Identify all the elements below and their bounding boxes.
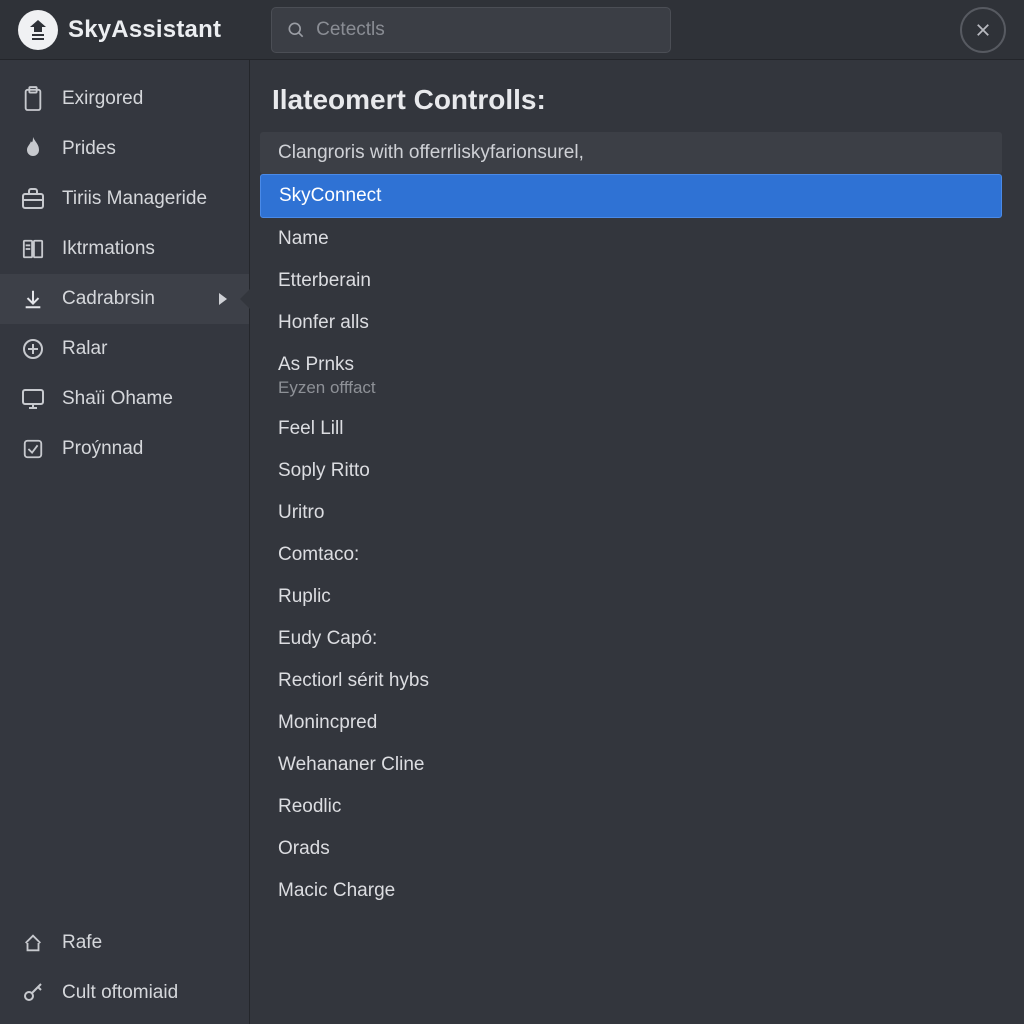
flame-icon bbox=[20, 136, 46, 162]
list-group-header[interactable]: Clangroris with offerrliskyfarionsurel, bbox=[260, 132, 1002, 174]
list-item[interactable]: Rectiorl sérit hybs bbox=[260, 660, 1002, 702]
download-icon bbox=[20, 286, 46, 312]
sidebar-item-label: Prides bbox=[62, 138, 116, 160]
list-item[interactable]: Monincpred bbox=[260, 702, 1002, 744]
list-item-label: Uritro bbox=[278, 502, 324, 523]
search-box[interactable] bbox=[271, 7, 671, 53]
sidebar-item-iktrmations[interactable]: Iktrmations bbox=[0, 224, 249, 274]
app-header: SkyAssistant bbox=[0, 0, 1024, 60]
list-item-label: Etterberain bbox=[278, 270, 371, 291]
sidebar-item-label: Exirgored bbox=[62, 88, 143, 110]
list-item[interactable]: Ruplic bbox=[260, 576, 1002, 618]
monitor-icon bbox=[20, 386, 46, 412]
list-item[interactable]: Honfer alls bbox=[260, 302, 1002, 344]
list-item[interactable]: Soply Ritto bbox=[260, 450, 1002, 492]
list-item[interactable]: Eudy Capó: bbox=[260, 618, 1002, 660]
list-item[interactable]: Macic Charge bbox=[260, 870, 1002, 912]
list-item[interactable]: Feel Lill bbox=[260, 408, 1002, 450]
sidebar-item-proynnad[interactable]: Proýnnad bbox=[0, 424, 249, 474]
list-item-label: Monincpred bbox=[278, 712, 377, 733]
list-item-label: Rectiorl sérit hybs bbox=[278, 670, 429, 691]
list-item-label: Reodlic bbox=[278, 796, 341, 817]
list-item[interactable]: Comtaco: bbox=[260, 534, 1002, 576]
plus-circle-icon bbox=[20, 336, 46, 362]
controls-list: Clangroris with offerrliskyfarionsurel, … bbox=[260, 132, 1002, 912]
list-item-label: Eudy Capó: bbox=[278, 628, 377, 649]
app-logo-icon bbox=[18, 10, 58, 50]
main-panel: Ilateomert Controlls: Clangroris with of… bbox=[250, 60, 1024, 1024]
list-item-label: SkyConnect bbox=[279, 185, 381, 206]
list-item-label: Ruplic bbox=[278, 586, 331, 607]
briefcase-icon bbox=[20, 186, 46, 212]
list-item[interactable]: Orads bbox=[260, 828, 1002, 870]
search-icon bbox=[286, 20, 306, 40]
search-input[interactable] bbox=[316, 19, 656, 41]
list-item-label: As Prnks bbox=[278, 354, 354, 375]
sidebar-item-label: Cult oftomiaid bbox=[62, 982, 178, 1004]
sidebar-item-shaii-ohame[interactable]: Shaïi Ohame bbox=[0, 374, 249, 424]
list-item-label: Honfer alls bbox=[278, 312, 369, 333]
logo-group: SkyAssistant bbox=[18, 10, 221, 50]
sidebar-item-label: Rafe bbox=[62, 932, 102, 954]
list-item[interactable]: Wehananer Cline bbox=[260, 744, 1002, 786]
list-item-label: Wehananer Cline bbox=[278, 754, 424, 775]
chevron-right-icon bbox=[217, 292, 229, 306]
sidebar-item-tiriis-manageride[interactable]: Tiriis Manageride bbox=[0, 174, 249, 224]
sidebar-item-label: Tiriis Manageride bbox=[62, 188, 207, 210]
list-item[interactable]: Uritro bbox=[260, 492, 1002, 534]
list-item[interactable]: As Prnks Eyzen offfact bbox=[260, 344, 1002, 408]
sidebar-item-label: Shaïi Ohame bbox=[62, 388, 173, 410]
sidebar-item-label: Ralar bbox=[62, 338, 107, 360]
list-item[interactable]: Name bbox=[260, 218, 1002, 260]
sidebar-item-ralar[interactable]: Ralar bbox=[0, 324, 249, 374]
sidebar-item-label: Proýnnad bbox=[62, 438, 143, 460]
key-icon bbox=[20, 980, 46, 1006]
list-item-sublabel: Eyzen offfact bbox=[278, 378, 984, 398]
sidebar-bottom-rafe[interactable]: Rafe bbox=[0, 918, 249, 968]
close-icon bbox=[974, 21, 992, 39]
sidebar-item-label: Iktrmations bbox=[62, 238, 155, 260]
list-item[interactable]: Etterberain bbox=[260, 260, 1002, 302]
list-item-label: Soply Ritto bbox=[278, 460, 370, 481]
panels-icon bbox=[20, 236, 46, 262]
list-item-label: Name bbox=[278, 228, 329, 249]
sidebar-item-prides[interactable]: Prides bbox=[0, 124, 249, 174]
close-button[interactable] bbox=[960, 7, 1006, 53]
clipboard-icon bbox=[20, 86, 46, 112]
list-item[interactable]: SkyConnect bbox=[260, 174, 1002, 218]
list-item-label: Orads bbox=[278, 838, 330, 859]
sidebar-item-exirgored[interactable]: Exirgored bbox=[0, 74, 249, 124]
sidebar-bottom-cult-oftomiaid[interactable]: Cult oftomiaid bbox=[0, 968, 249, 1018]
checkbox-icon bbox=[20, 436, 46, 462]
page-title: Ilateomert Controlls: bbox=[272, 84, 1002, 116]
list-item-label: Macic Charge bbox=[278, 880, 395, 901]
sidebar-item-label: Cadrabrsin bbox=[62, 288, 155, 310]
sidebar: Exirgored Prides Tiriis Manageride Iktrm… bbox=[0, 60, 250, 1024]
list-item-label: Comtaco: bbox=[278, 544, 359, 565]
home-up-icon bbox=[20, 930, 46, 956]
app-title: SkyAssistant bbox=[68, 16, 221, 44]
list-item[interactable]: Reodlic bbox=[260, 786, 1002, 828]
list-item-label: Feel Lill bbox=[278, 418, 343, 439]
sidebar-item-cadrabrsin[interactable]: Cadrabrsin bbox=[0, 274, 249, 324]
